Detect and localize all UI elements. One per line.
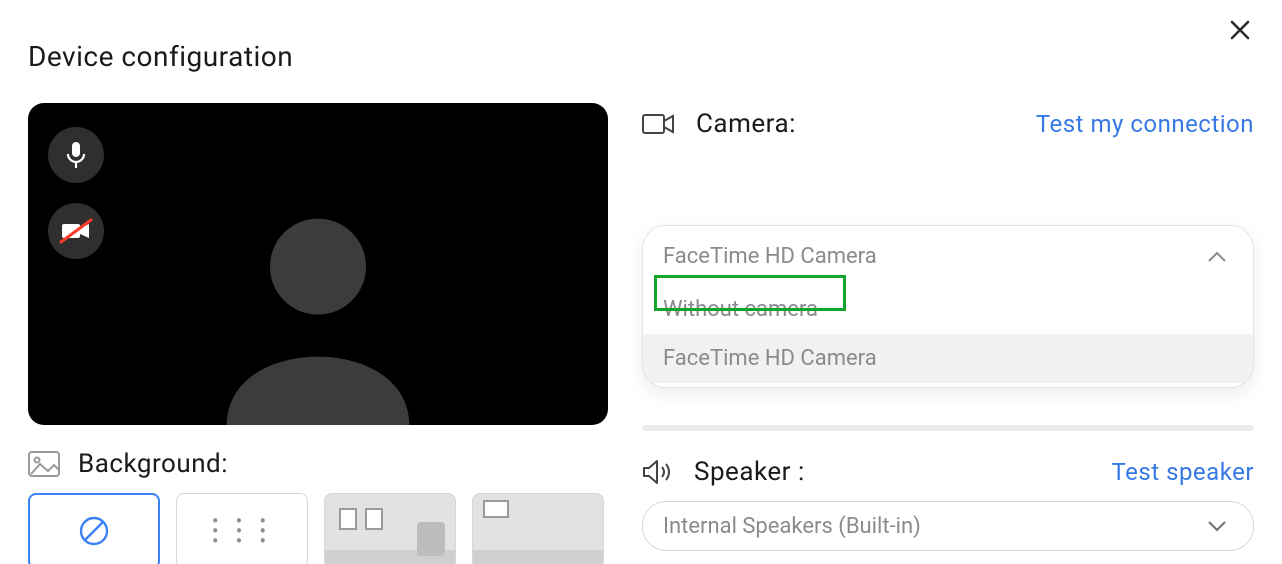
close-button[interactable] <box>1228 18 1252 46</box>
background-options: • • •• • •• • • <box>28 493 608 564</box>
speaker-label: Speaker : <box>694 457 805 487</box>
camera-off-icon <box>59 218 93 244</box>
background-label: Background: <box>78 449 228 479</box>
camera-option-without[interactable]: Without camera <box>643 285 1253 334</box>
camera-icon <box>642 112 674 136</box>
chevron-up-icon <box>1207 251 1227 263</box>
device-config-modal: Device configuration B <box>0 0 1282 564</box>
background-section-header: Background: <box>28 449 608 479</box>
close-icon <box>1228 18 1252 42</box>
camera-select-open[interactable]: FaceTime HD Camera Without camera FaceTi… <box>642 225 1254 388</box>
test-connection-link[interactable]: Test my connection <box>1036 110 1254 138</box>
section-divider <box>642 425 1254 431</box>
background-room-1[interactable] <box>324 493 456 564</box>
speaker-header: Speaker : Test speaker <box>642 457 1254 487</box>
test-speaker-link[interactable]: Test speaker <box>1111 458 1254 486</box>
speaker-select[interactable]: Internal Speakers (Built-in) <box>642 501 1254 551</box>
blur-icon: • • •• • •• • • <box>212 516 272 546</box>
microphone-icon <box>64 141 88 169</box>
background-none[interactable] <box>28 493 160 564</box>
avatar-placeholder <box>198 185 438 425</box>
speaker-icon <box>642 459 672 485</box>
modal-title: Device configuration <box>28 40 1254 73</box>
video-preview <box>28 103 608 425</box>
toggle-camera-button[interactable] <box>48 203 104 259</box>
camera-header: Camera: Test my connection <box>642 109 1254 139</box>
camera-selected-value: FaceTime HD Camera <box>663 244 877 269</box>
background-room-2[interactable] <box>472 493 604 564</box>
camera-option-facetime[interactable]: FaceTime HD Camera <box>643 334 1253 383</box>
background-blur[interactable]: • • •• • •• • • <box>176 493 308 564</box>
toggle-mic-button[interactable] <box>48 127 104 183</box>
no-background-icon <box>77 514 111 548</box>
speaker-selected-value: Internal Speakers (Built-in) <box>663 514 921 539</box>
image-icon <box>28 451 60 477</box>
chevron-down-icon <box>1207 520 1227 532</box>
camera-label: Camera: <box>696 109 796 139</box>
